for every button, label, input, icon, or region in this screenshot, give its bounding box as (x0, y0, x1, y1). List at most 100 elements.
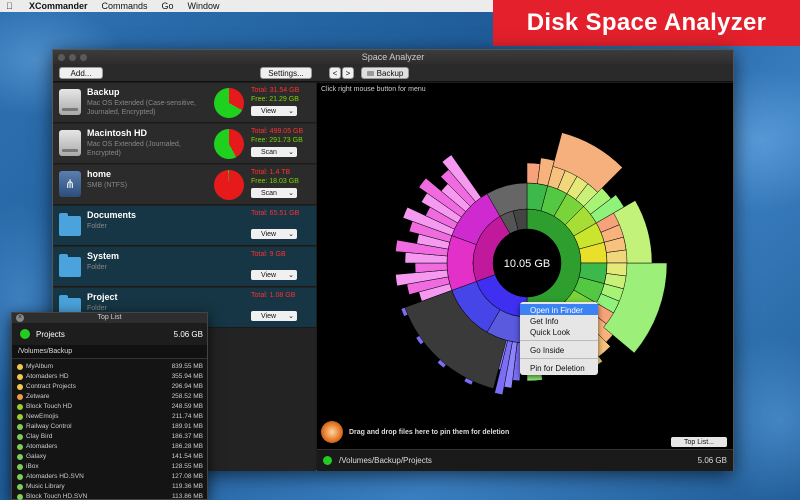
list-item-size: 296.94 MB (171, 383, 203, 390)
bullet-icon (17, 484, 23, 490)
top-list-rows: MyAlbum 839.55 MB Atomaders HD 355.94 MB Con… (12, 362, 207, 500)
sunburst-segment[interactable] (446, 235, 477, 291)
bullet-icon (17, 494, 23, 500)
list-item[interactable]: Contract Projects 296.94 MB (12, 382, 207, 392)
usage-pie-icon (214, 88, 244, 118)
list-item[interactable]: Music Library 119.36 MB (12, 482, 207, 492)
list-item-name: Zetware (26, 393, 50, 400)
folder-description: Folder (87, 223, 107, 230)
menu-window[interactable]: Window (188, 1, 220, 11)
folder-item-system[interactable]: System Folder Total: 9 GB View ⌄ (53, 247, 316, 287)
bullet-icon (17, 404, 23, 410)
list-item[interactable]: Block Touch HD.SVN 113.86 MB (12, 492, 207, 500)
list-item-name: Clay Bird (26, 433, 53, 440)
list-item-size: 113.86 MB (172, 493, 203, 500)
menu-go[interactable]: Go (162, 1, 174, 11)
list-item-size: 186.37 MB (171, 433, 203, 440)
chevron-down-icon: ⌄ (288, 190, 294, 197)
list-item[interactable]: iBox 128.55 MB (12, 462, 207, 472)
menu-pin-for-deletion[interactable]: Pin for Deletion (520, 362, 598, 373)
list-item-name: iBox (26, 463, 39, 470)
path-button[interactable]: Backup (361, 67, 409, 79)
drop-zone-text: Drag and drop files here to pin them for… (349, 428, 510, 436)
list-item-size: 839.55 MB (171, 363, 203, 370)
menu-commands[interactable]: Commands (102, 1, 148, 11)
list-item-size: 128.55 MB (171, 463, 203, 470)
drive-item-macintosh-hd[interactable]: Macintosh HD Mac OS Extended (Journaled,… (53, 124, 316, 164)
button-label: Scan (261, 148, 277, 156)
list-item[interactable]: Atomaders 186.28 MB (12, 442, 207, 452)
menu-quick-look[interactable]: Quick Look (520, 326, 598, 337)
list-item-size: 119.36 MB (172, 483, 203, 490)
bullet-icon (17, 364, 23, 370)
menu-open-in-finder[interactable]: Open in Finder (520, 304, 598, 315)
usage-pie-icon (214, 129, 244, 159)
deletion-drop-zone[interactable]: Drag and drop files here to pin them for… (321, 419, 509, 445)
bullet-icon (17, 444, 23, 450)
scan-button[interactable]: Scan ⌄ (251, 188, 297, 198)
view-button[interactable]: View ⌄ (251, 229, 297, 239)
list-item-size: 248.59 MB (171, 403, 203, 410)
button-label: View (261, 271, 277, 279)
context-menu: Open in Finder Get Info Quick Look Go In… (520, 302, 598, 375)
menu-get-info[interactable]: Get Info (520, 315, 598, 326)
list-item-name: Atomaders HD (26, 373, 69, 380)
list-item-size: 211.74 MB (172, 413, 203, 420)
view-button[interactable]: View ⌄ (251, 311, 297, 321)
list-item[interactable]: Atomaders HD 355.94 MB (12, 372, 207, 382)
hard-drive-icon (59, 89, 81, 115)
drive-description: Mac OS Extended (Journaled, Encrypted) (87, 141, 181, 157)
list-item[interactable]: Zetware 258.52 MB (12, 392, 207, 402)
drive-free: Free: 21.29 GB (251, 96, 299, 103)
list-item-name: Galaxy (26, 453, 47, 460)
drive-free: Free: 18.03 GB (251, 178, 299, 185)
drive-free: Free: 291.73 GB (251, 137, 303, 144)
menu-go-inside[interactable]: Go Inside (520, 344, 598, 355)
drive-name: home (87, 169, 112, 179)
drive-name: Macintosh HD (87, 128, 148, 138)
folder-name: Project (87, 292, 118, 302)
add-button[interactable]: Add... (59, 67, 103, 79)
top-list-folder-name: Projects (36, 330, 65, 339)
list-item[interactable]: Railway Control 189.91 MB (12, 422, 207, 432)
folder-name: System (87, 251, 120, 261)
list-item[interactable]: Atomaders HD.SVN 127.08 MB (12, 472, 207, 482)
menu-app-name[interactable]: XCommander (29, 1, 88, 11)
list-item-size: 355.94 MB (171, 373, 203, 380)
top-list-header: Projects 5.06 GB (12, 323, 207, 345)
forward-button[interactable]: > (342, 67, 354, 79)
hard-drive-icon (59, 130, 81, 156)
button-label: View (261, 312, 277, 320)
scan-button[interactable]: Scan ⌄ (251, 147, 297, 157)
drive-total: Total: 499.05 GB (251, 128, 304, 135)
drive-item-home[interactable]: ⋔ home SMB (NTFS) Total: 1.4 TB Free: 18… (53, 165, 316, 205)
view-button[interactable]: View ⌄ (251, 106, 297, 116)
top-list-folder-size: 5.06 GB (173, 330, 203, 339)
analyzer-view: Click right mouse button for menu 10.05 … (317, 83, 733, 471)
status-bar: /Volumes/Backup/Projects 5.06 GB (317, 449, 733, 471)
view-button[interactable]: View ⌄ (251, 270, 297, 280)
apple-icon[interactable]:  (6, 1, 15, 11)
list-item-name: Music Library (26, 483, 65, 490)
bullet-icon (17, 384, 23, 390)
list-item[interactable]: NewEmojis 211.74 MB (12, 412, 207, 422)
drive-item-backup[interactable]: Backup Mac OS Extended (Case-sensitive, … (53, 83, 316, 123)
list-item-name: Block Touch HD (26, 403, 73, 410)
settings-button[interactable]: Settings... (260, 67, 312, 79)
list-item-size: 141.54 MB (171, 453, 203, 460)
top-list-button[interactable]: Top List... (671, 437, 727, 447)
chevron-down-icon: ⌄ (288, 108, 294, 115)
list-item[interactable]: Block Touch HD 248.59 MB (12, 402, 207, 412)
back-button[interactable]: < (329, 67, 341, 79)
folder-indicator-icon (20, 329, 30, 339)
list-item-name: Atomaders (26, 443, 58, 450)
bullet-icon (17, 434, 23, 440)
list-item-name: Contract Projects (26, 383, 76, 390)
list-item[interactable]: Clay Bird 186.37 MB (12, 432, 207, 442)
list-item[interactable]: Galaxy 141.54 MB (12, 452, 207, 462)
folder-total: Total: 9 GB (251, 251, 286, 258)
close-icon[interactable]: × (16, 314, 24, 322)
folder-icon (59, 254, 81, 277)
list-item[interactable]: MyAlbum 839.55 MB (12, 362, 207, 372)
folder-item-documents[interactable]: Documents Folder Total: 65.51 GB View ⌄ (53, 206, 316, 246)
